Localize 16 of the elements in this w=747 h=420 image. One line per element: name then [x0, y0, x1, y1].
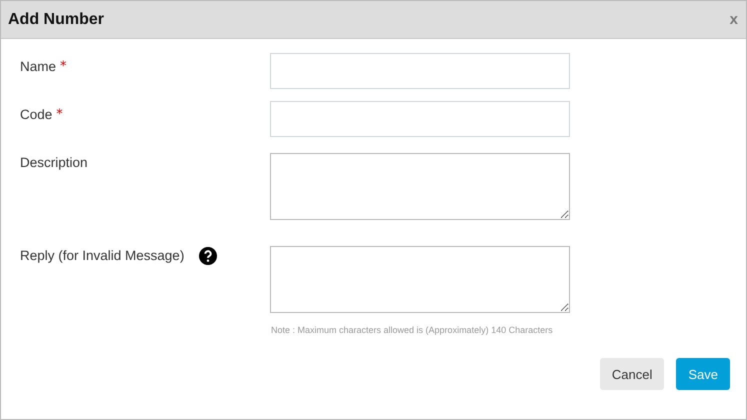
required-mark: *: [56, 107, 63, 122]
field-label: Reply (for Invalid Message): [20, 248, 184, 263]
required-mark: *: [60, 59, 67, 74]
text-area[interactable]: [270, 153, 570, 220]
text-field[interactable]: [270, 101, 570, 137]
save-button[interactable]: Save: [676, 358, 730, 390]
field-label: Name: [20, 59, 56, 74]
text-field[interactable]: [270, 53, 570, 89]
note-text: Note : Maximum characters allowed is (Approximately) 140 Characters: [271, 325, 554, 335]
close-button[interactable]: x: [730, 11, 738, 28]
cancel-button[interactable]: Cancel: [600, 358, 664, 390]
dialog-title: Add Number: [8, 10, 104, 28]
help-icon[interactable]: [199, 247, 218, 265]
text-area[interactable]: [270, 246, 570, 313]
field-label: Description: [20, 155, 88, 170]
field-label: Code: [20, 107, 52, 122]
